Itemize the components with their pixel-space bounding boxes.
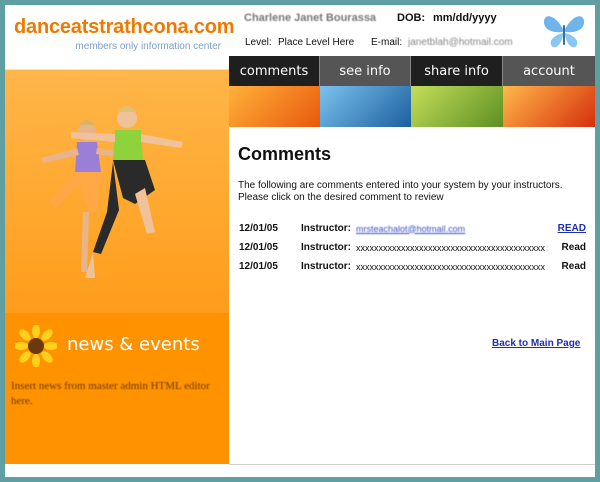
comments-table: 12/01/05 Instructor: mrsteachalot@hotmai…: [239, 219, 586, 276]
comment-label: Instructor:: [301, 242, 351, 253]
page-title: Comments: [238, 144, 332, 164]
news-events-text: Insert news from master admin HTML edito…: [11, 380, 210, 407]
comment-date: 12/01/05: [239, 223, 278, 234]
logo-title: danceatstrathcona.com: [14, 16, 235, 38]
table-row: 12/01/05 Instructor: xxxxxxxxxxxxxxxxxxx…: [239, 238, 586, 257]
read-comment-label[interactable]: Read: [546, 257, 586, 276]
table-row: 12/01/05 Instructor: xxxxxxxxxxxxxxxxxxx…: [239, 257, 586, 276]
news-events-title: news & events: [67, 334, 200, 355]
main-nav: comments see info share info account: [229, 56, 595, 86]
decorative-color-strip: [229, 86, 595, 127]
comment-text: xxxxxxxxxxxxxxxxxxxxxxxxxxxxxxxxxxxxxxxx…: [356, 242, 545, 253]
nav-share-info[interactable]: share info: [411, 56, 503, 86]
strip-green: [411, 86, 503, 127]
read-comment-link[interactable]: READ: [558, 223, 586, 234]
nav-account[interactable]: account: [503, 56, 595, 86]
intro-text: The following are comments entered into …: [238, 180, 563, 203]
left-column: danceatstrathcona.com members only infor…: [5, 5, 235, 464]
table-row: 12/01/05 Instructor: mrsteachalot@hotmai…: [239, 219, 586, 238]
strip-orange: [229, 86, 320, 127]
nav-comments[interactable]: comments: [229, 56, 320, 86]
logo[interactable]: danceatstrathcona.com members only infor…: [5, 5, 235, 70]
dancers-illustration: [5, 70, 229, 313]
news-events-panel: news & events Insert news from master ad…: [5, 313, 229, 464]
dob-label: DOB:: [397, 12, 426, 24]
member-name: Charlene Janet Bourassa: [244, 12, 377, 24]
comment-date: 12/01/05: [239, 242, 278, 253]
comment-date: 12/01/05: [239, 261, 278, 272]
strip-blue: [320, 86, 411, 127]
level-label: Level:: [245, 37, 272, 48]
back-to-main-link[interactable]: Back to Main Page: [492, 338, 580, 349]
comment-label: Instructor:: [301, 223, 351, 234]
level-value: Place Level Here: [278, 37, 355, 48]
dob-value: mm/dd/yyyy: [433, 12, 497, 24]
logo-subtitle: members only information center: [75, 41, 221, 52]
email-label: E-mail:: [371, 37, 403, 48]
sunflower-icon: [15, 325, 57, 367]
page-frame: danceatstrathcona.com members only infor…: [5, 5, 595, 477]
comment-text: xxxxxxxxxxxxxxxxxxxxxxxxxxxxxxxxxxxxxxxx…: [356, 261, 545, 272]
hero-dancers-image: [5, 70, 229, 313]
email-value: janetblah@hotmail.com: [408, 37, 513, 48]
comment-label: Instructor:: [301, 261, 351, 272]
comment-email-link[interactable]: mrsteachalot@hotmail.com: [356, 224, 465, 234]
nav-see-info[interactable]: see info: [320, 56, 411, 86]
strip-red: [503, 86, 595, 127]
read-comment-label[interactable]: Read: [546, 238, 586, 257]
footer-divider: [229, 464, 595, 465]
butterfly-icon: [543, 16, 585, 48]
